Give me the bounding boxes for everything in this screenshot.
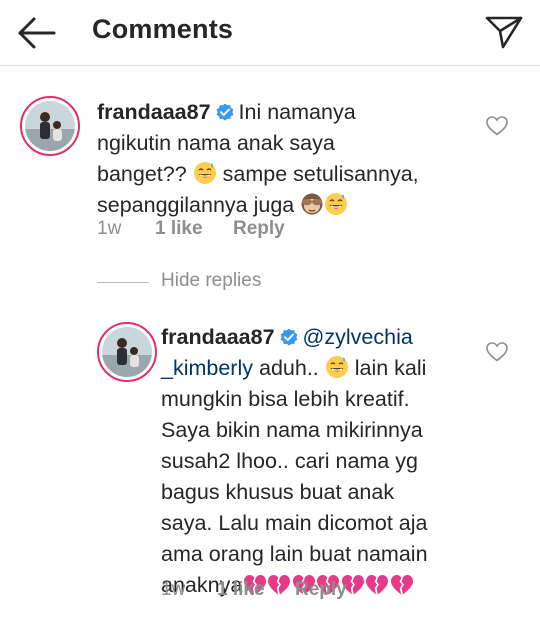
comment-username[interactable]: frandaaa87 — [97, 100, 211, 124]
reply-button[interactable]: Reply — [295, 579, 347, 601]
like-heart-icon[interactable] — [486, 342, 508, 362]
comment-body: frandaaa87 Ini namanya ngikutin nama ana… — [97, 97, 477, 221]
like-count[interactable]: 1 like — [217, 579, 265, 601]
verified-badge-icon — [216, 103, 233, 121]
grinning-sweat-emoji — [193, 162, 216, 184]
avatar[interactable] — [97, 322, 157, 382]
comment-meta: 1w 1 like Reply — [97, 218, 397, 242]
reply-item: frandaaa87 @zylvechia _kimberly aduh.. l… — [0, 300, 540, 623]
comment-text-line: banget?? — [97, 162, 187, 186]
grinning-sweat-emoji — [325, 193, 348, 215]
see-no-evil-monkey-emoji — [301, 193, 323, 215]
reply-text-line: susah2 lhoo.. cari nama yg — [161, 449, 418, 473]
mention-link[interactable]: _kimberly — [161, 356, 253, 380]
comment-item: frandaaa87 Ini namanya ngikutin nama ana… — [0, 0, 540, 250]
comment-text-line: sepanggilannya juga — [97, 193, 295, 217]
divider — [97, 282, 149, 283]
verified-badge-icon — [280, 328, 297, 346]
reply-meta: 1w 1 like Reply — [161, 579, 461, 603]
reply-text-line: saya. Lalu main dicomot aja — [161, 511, 428, 535]
reply-text-line: Saya bikin nama mikirinnya — [161, 418, 423, 442]
mention-link[interactable]: @zylvechia — [303, 325, 413, 349]
like-heart-icon[interactable] — [486, 116, 508, 136]
reply-body: frandaaa87 @zylvechia _kimberly aduh.. l… — [161, 322, 481, 601]
like-count[interactable]: 1 like — [155, 218, 203, 240]
comment-text-line: ngikutin nama anak saya — [97, 131, 335, 155]
reply-text-line: bagus khusus buat anak — [161, 480, 395, 504]
reply-text-line: ama orang lain buat namain — [161, 542, 428, 566]
comment-text-line: Ini namanya — [238, 100, 356, 124]
reply-text-line: lain kali — [354, 356, 427, 380]
avatar[interactable] — [20, 96, 80, 156]
reply-text-line: aduh.. — [258, 356, 319, 380]
reply-text-line: mungkin bisa lebih kreatif. — [161, 387, 410, 411]
grinning-sweat-emoji — [325, 356, 348, 378]
reply-timestamp: 1w — [161, 579, 186, 600]
hide-replies-label: Hide replies — [161, 270, 262, 291]
reply-username[interactable]: frandaaa87 — [161, 325, 275, 349]
comment-timestamp: 1w — [97, 218, 122, 239]
reply-button[interactable]: Reply — [233, 218, 285, 240]
comment-text-line: sampe setulisannya, — [222, 162, 419, 186]
